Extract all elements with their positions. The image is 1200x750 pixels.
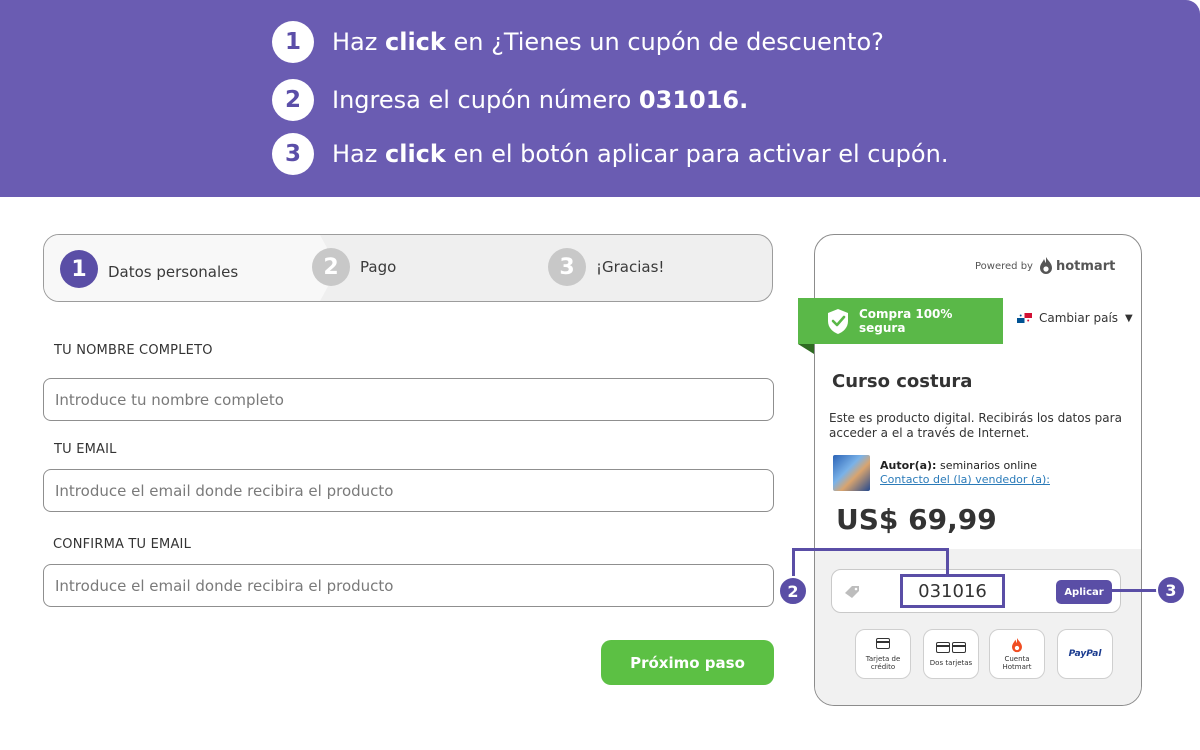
- author-thumbnail: [833, 455, 870, 491]
- instructions-banner: 1 Haz click en ¿Tienes un cupón de descu…: [0, 0, 1200, 197]
- instruction-number: 3: [272, 133, 314, 175]
- step-label: ¡Gracias!: [596, 258, 665, 276]
- step-gracias: 3 ¡Gracias!: [548, 248, 664, 286]
- step-number: 2: [312, 248, 350, 286]
- payment-two-cards[interactable]: Dos tarjetas: [923, 629, 979, 679]
- contact-seller-link[interactable]: Contacto del (la) vendedor (a):: [880, 473, 1050, 486]
- name-field[interactable]: [43, 378, 774, 421]
- confirm-email-field[interactable]: [43, 564, 774, 607]
- hotmart-brand: hotmart: [1055, 258, 1116, 274]
- email-field[interactable]: [43, 469, 774, 512]
- instruction-text: Haz: [332, 140, 385, 168]
- callout-connector: [1110, 589, 1158, 592]
- coupon-input[interactable]: [900, 574, 1005, 608]
- author-name: seminarios online: [939, 459, 1038, 472]
- coupon-tag-icon: [845, 586, 859, 598]
- powered-by-text: Powered by: [975, 260, 1033, 272]
- instruction-text: en ¿Tienes un cupón de descuento?: [445, 28, 884, 56]
- caret-down-icon: ▼: [1125, 312, 1133, 324]
- shield-check-icon: [828, 308, 848, 334]
- payment-hotmart-account[interactable]: Cuenta Hotmart: [989, 629, 1045, 679]
- step-label: Datos personales: [108, 263, 239, 281]
- instruction-bold: click: [384, 140, 446, 168]
- checkout-stepper: 1 Datos personales 2 Pago 3 ¡Gracias!: [43, 234, 773, 302]
- callout-connector: [792, 548, 795, 576]
- payment-label: Hotmart: [1002, 662, 1032, 671]
- payment-label: Tarjeta de: [865, 654, 901, 663]
- product-description: Este es producto digital. Recibirás los …: [829, 411, 1122, 440]
- author-label: Autor(a):: [880, 459, 937, 472]
- coupon-box: Aplicar: [831, 569, 1121, 613]
- email-label: TU EMAIL: [54, 442, 117, 457]
- payment-credit-card[interactable]: Tarjeta de crédito: [855, 629, 911, 679]
- instruction-number: 1: [272, 21, 314, 63]
- change-country-label: Cambiar país: [1039, 311, 1119, 325]
- product-price: US$ 69,99: [836, 503, 997, 536]
- callout-badge-2: 2: [778, 576, 808, 606]
- product-title: Curso costura: [832, 371, 973, 392]
- hotmart-flame-icon: [1012, 637, 1022, 652]
- payment-label: Cuenta: [1004, 654, 1030, 663]
- confirm-email-label: CONFIRMA TU EMAIL: [53, 537, 192, 552]
- step-number: 1: [60, 250, 98, 288]
- apply-coupon-button[interactable]: Aplicar: [1056, 580, 1112, 604]
- instruction-text: en el botón aplicar para activar el cupó…: [445, 140, 949, 168]
- credit-card-icon: [936, 641, 950, 653]
- secure-purchase-badge: Compra 100% segura: [798, 298, 1003, 344]
- instruction-bold: 031016.: [638, 86, 749, 114]
- paypal-label: PayPal: [1068, 649, 1102, 659]
- change-country-button[interactable]: Cambiar país ▼: [1017, 311, 1133, 325]
- powered-by-hotmart: Powered by hotmart: [975, 257, 1115, 275]
- credit-card-icon: [876, 637, 890, 649]
- step-pago: 2 Pago: [312, 248, 396, 286]
- payment-label: crédito: [870, 662, 896, 671]
- instruction-text: Haz: [332, 28, 385, 56]
- panama-flag-icon: [1017, 313, 1032, 323]
- instruction-text: Ingresa el cupón número: [332, 86, 639, 114]
- instruction-1: 1 Haz click en ¿Tienes un cupón de descu…: [272, 21, 884, 63]
- paypal-logo: PayPal: [1069, 649, 1102, 659]
- credit-card-icon: [952, 641, 966, 653]
- callout-badge-3: 3: [1156, 575, 1186, 605]
- instruction-3: 3 Haz click en el botón aplicar para act…: [272, 133, 948, 175]
- step-number: 3: [548, 248, 586, 286]
- instruction-2: 2 Ingresa el cupón número 031016.: [272, 79, 748, 121]
- name-label: TU NOMBRE COMPLETO: [54, 343, 213, 358]
- ribbon-fold: [798, 344, 814, 354]
- instruction-bold: click: [384, 28, 446, 56]
- callout-connector: [792, 548, 949, 551]
- payment-label: Dos tarjetas: [929, 658, 973, 667]
- secure-purchase-label: Compra 100% segura: [859, 307, 953, 335]
- hotmart-flame-icon: [1039, 257, 1052, 274]
- author-line: Autor(a): seminarios online: [880, 459, 1037, 472]
- callout-connector: [946, 548, 949, 574]
- payment-paypal[interactable]: PayPal: [1057, 629, 1113, 679]
- instruction-number: 2: [272, 79, 314, 121]
- step-label: Pago: [360, 258, 397, 276]
- next-step-button[interactable]: Próximo paso: [601, 640, 774, 685]
- step-datos-personales: 1 Datos personales: [60, 250, 238, 288]
